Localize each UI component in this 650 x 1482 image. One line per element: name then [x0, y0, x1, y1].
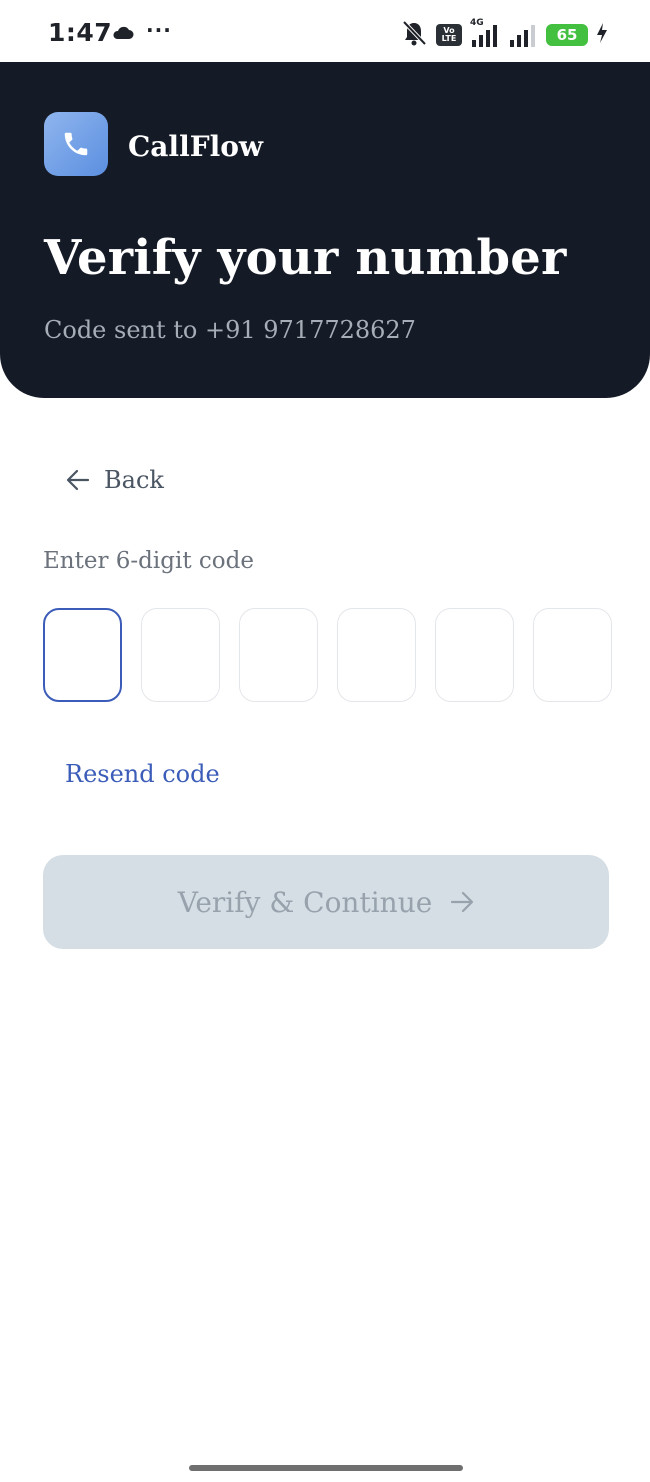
code-digit-6[interactable]	[533, 608, 612, 702]
code-sent-subtitle: Code sent to +91 9717728627	[44, 316, 416, 344]
code-digit-4[interactable]	[337, 608, 416, 702]
home-indicator[interactable]	[189, 1465, 463, 1471]
header: CallFlow Verify your number Code sent to…	[0, 62, 650, 398]
verify-continue-button[interactable]: Verify & Continue	[43, 855, 609, 949]
signal-icon	[510, 25, 535, 47]
code-digit-1[interactable]	[43, 608, 122, 702]
status-bar: 1:47 ··· Vo LTE 4G 65	[0, 0, 650, 62]
status-time: 1:47	[48, 18, 113, 47]
network-label: 4G	[470, 18, 484, 28]
app-logo	[44, 112, 108, 176]
volte-badge: Vo LTE	[436, 24, 462, 46]
app-name: CallFlow	[128, 130, 263, 163]
cloud-icon	[112, 25, 134, 44]
page-title: Verify your number	[44, 230, 567, 286]
phone-icon	[64, 132, 88, 156]
signal-4g: 4G	[470, 18, 500, 49]
status-icons: Vo LTE 4G 65	[400, 18, 608, 51]
more-dots-icon: ···	[146, 18, 172, 42]
resend-code-link[interactable]: Resend code	[65, 760, 220, 788]
code-label: Enter 6-digit code	[43, 548, 254, 574]
verify-button-label: Verify & Continue	[177, 885, 433, 919]
battery-icon: 65	[546, 24, 588, 46]
silent-bell-icon	[400, 19, 428, 51]
charging-icon	[596, 22, 608, 48]
code-digit-5[interactable]	[435, 608, 514, 702]
verify-screen: 1:47 ··· Vo LTE 4G 65 CallFlow Verify yo…	[0, 0, 650, 1482]
code-digit-2[interactable]	[141, 608, 220, 702]
code-input-group	[43, 608, 612, 702]
back-label: Back	[104, 466, 164, 494]
arrow-left-icon	[66, 469, 90, 491]
back-button[interactable]: Back	[66, 460, 164, 500]
arrow-right-icon	[451, 891, 474, 913]
volte-line-2: LTE	[441, 34, 457, 43]
code-digit-3[interactable]	[239, 608, 318, 702]
